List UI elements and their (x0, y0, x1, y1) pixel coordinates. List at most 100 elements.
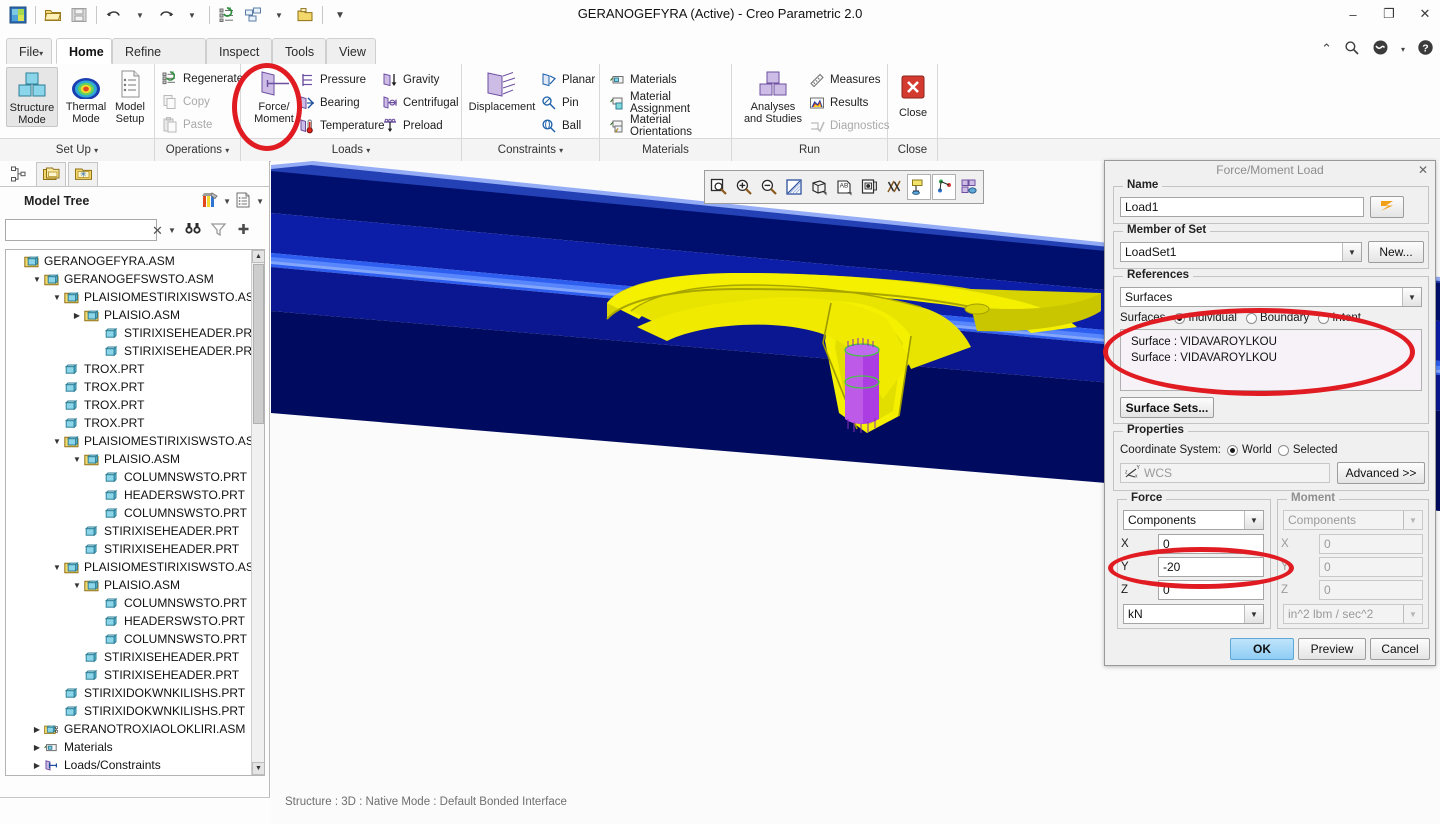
member-of-set-combo[interactable]: LoadSet1 ▼ (1120, 242, 1362, 262)
csys-input[interactable]: Yz x WCS (1120, 463, 1330, 483)
preload-button[interactable]: Preload (381, 115, 443, 137)
close-button[interactable]: ✕ (1416, 6, 1434, 22)
results-button[interactable]: Results (808, 92, 868, 114)
tree-node[interactable]: STIRIXISEHEADER.PRT (6, 540, 253, 558)
moment-z-input[interactable]: 0 (1319, 580, 1423, 600)
world-radio[interactable] (1227, 444, 1238, 456)
intent-radio[interactable] (1318, 312, 1330, 324)
tree-node[interactable]: ▶ GERANOTROXIAOLOKLIRI.ASM (6, 720, 253, 738)
tree-expand-collapse-icon[interactable]: ▼ (70, 581, 84, 590)
ribbon-group-constraints-footer[interactable]: Constraints ▾ (462, 138, 599, 161)
analyses-studies-button[interactable]: Analyses and Studies (738, 67, 808, 125)
redo-icon[interactable] (154, 3, 178, 27)
find-icon[interactable] (184, 221, 202, 240)
tree-node[interactable]: TROX.PRT (6, 396, 253, 414)
name-input[interactable]: Load1 (1120, 197, 1364, 217)
force-mode-combo[interactable]: Components ▼ (1123, 510, 1264, 530)
qat-dropdown-icon[interactable]: ▼ (328, 3, 352, 27)
zoom-out-icon[interactable] (757, 174, 781, 200)
ribbon-group-operations-footer[interactable]: Operations ▾ (155, 138, 240, 161)
preview-button[interactable]: Preview (1298, 638, 1366, 660)
tab-refine-model[interactable]: Refine Model (112, 38, 206, 85)
pressure-button[interactable]: Pressure (298, 69, 366, 91)
layer-display-icon[interactable] (957, 174, 981, 200)
scroll-thumb[interactable] (253, 264, 264, 424)
dialog-close-icon[interactable]: ✕ (1418, 163, 1428, 177)
maximize-button[interactable]: ❐ (1380, 6, 1398, 22)
tree-expand-icon[interactable]: ▶ (30, 761, 44, 770)
moment-mode-caret-icon[interactable]: ▼ (1403, 511, 1422, 529)
list-item[interactable]: Surface : VIDAVAROYLKOU (1121, 350, 1421, 366)
plane-display-icon[interactable] (907, 174, 931, 200)
ribbon-group-loads-footer[interactable]: Loads ▾ (241, 138, 461, 161)
diagnostics-button[interactable]: Diagnostics (808, 115, 889, 137)
redo-dropdown-icon[interactable]: ▼ (180, 3, 204, 27)
tree-node[interactable]: STIRIXISEHEADER.PRT (6, 648, 253, 666)
model-setup-button[interactable]: Model Setup (104, 67, 156, 125)
surface-mode-individual[interactable]: Individual (1174, 312, 1237, 324)
settings-caret-icon[interactable]: ▼ (223, 197, 231, 206)
point-display-icon[interactable] (932, 174, 956, 200)
tab-view[interactable]: View (326, 38, 376, 64)
display-icon[interactable] (234, 191, 253, 212)
ok-button[interactable]: OK (1230, 638, 1294, 660)
tree-node[interactable]: STIRIXIDOKWNKILISHS.PRT (6, 702, 253, 720)
model-tree-scrollbar[interactable]: ▲ ▼ (251, 250, 264, 775)
tree-node[interactable]: STIRIXISEHEADER.PRT (6, 324, 259, 342)
datum-display-off-icon[interactable] (882, 174, 906, 200)
favorites-tab[interactable]: ✳ (68, 162, 98, 186)
folder-browser-tab[interactable] (36, 162, 66, 186)
display-caret-icon[interactable]: ▼ (256, 197, 264, 206)
tree-node[interactable]: ▼ PLAISIO.ASM (6, 576, 253, 594)
search-icon[interactable] (1344, 40, 1360, 59)
force-moment-button[interactable]: Force/Moment (245, 67, 303, 125)
tree-node[interactable]: COLUMNSWSTO.PRT (6, 468, 253, 486)
tree-node[interactable]: HEADERSWSTO.PRT (6, 612, 253, 630)
tree-node[interactable]: STIRIXISEHEADER.PRT (6, 666, 253, 684)
tree-node[interactable]: GERANOGEFYRA.ASM (6, 252, 253, 270)
surface-reference-list[interactable]: Surface : VIDAVAROYLKOU Surface : VIDAVA… (1120, 329, 1422, 391)
collapse-ribbon-icon[interactable]: ⌃ (1321, 41, 1332, 57)
surface-sets-button[interactable]: Surface Sets... (1120, 397, 1214, 418)
tree-expand-collapse-icon[interactable]: ▼ (70, 455, 84, 464)
folder-icon[interactable] (293, 3, 317, 27)
regenerate-button[interactable]: Regenerate (161, 68, 243, 90)
window-icon[interactable] (241, 3, 265, 27)
close-study-button[interactable]: Close (887, 70, 939, 119)
copy-button[interactable]: Copy (161, 91, 210, 113)
ball-button[interactable]: Ball (540, 115, 581, 137)
tree-node[interactable]: ▼ PLAISIO.ASM (6, 450, 253, 468)
model-tree-list[interactable]: GERANOGEFYRA.ASM ▼ GERANOGEFSWSTO.ASM ▼ PLAI… (5, 249, 265, 776)
scroll-up-button[interactable]: ▲ (252, 250, 264, 263)
tab-inspect[interactable]: Inspect (206, 38, 272, 64)
moment-mode-combo[interactable]: Components ▼ (1283, 510, 1423, 530)
refit-icon[interactable] (707, 174, 731, 200)
force-x-input[interactable]: 0 (1158, 534, 1264, 554)
ribbon-group-setup-footer[interactable]: Set Up ▾ (0, 138, 154, 161)
tab-home[interactable]: Home (56, 38, 112, 64)
open-icon[interactable] (41, 3, 65, 27)
tree-node[interactable]: STIRIXIDOKWNKILISHS.PRT (6, 684, 253, 702)
scroll-down-button[interactable]: ▼ (252, 762, 264, 775)
ribbon-group-run-footer[interactable]: Run (732, 138, 887, 161)
references-type-combo[interactable]: Surfaces ▼ (1120, 287, 1422, 307)
account-icon[interactable] (1372, 39, 1389, 59)
tree-node[interactable]: ▼ PLAISIOMESTIRIXISWSTO.ASM (6, 432, 264, 450)
force-units-caret-icon[interactable]: ▼ (1244, 605, 1263, 623)
help-icon[interactable]: ? (1417, 39, 1434, 59)
material-assignment-button[interactable]: Material Assignment (608, 91, 731, 115)
zoom-in-icon[interactable] (732, 174, 756, 200)
cancel-button[interactable]: Cancel (1370, 638, 1430, 660)
moment-units-caret-icon[interactable]: ▼ (1403, 605, 1422, 623)
annotation-display-icon[interactable]: AB (832, 174, 856, 200)
member-of-set-caret-icon[interactable]: ▼ (1342, 243, 1361, 261)
structure-mode-button[interactable]: Structure Mode (6, 67, 58, 127)
tree-node[interactable]: STIRIXISEHEADER.PRT (6, 522, 253, 540)
undo-dropdown-icon[interactable]: ▼ (128, 3, 152, 27)
tree-node[interactable]: TROX.PRT (6, 414, 253, 432)
moment-y-input[interactable]: 0 (1319, 557, 1423, 577)
tree-node[interactable]: STIRIXISEHEADER.PRT (6, 342, 259, 360)
surface-mode-boundary[interactable]: Boundary (1245, 312, 1309, 324)
selected-radio[interactable] (1277, 444, 1289, 456)
tree-node[interactable]: ▼ PLAISIOMESTIRIXISWSTO.ASM (6, 558, 264, 576)
